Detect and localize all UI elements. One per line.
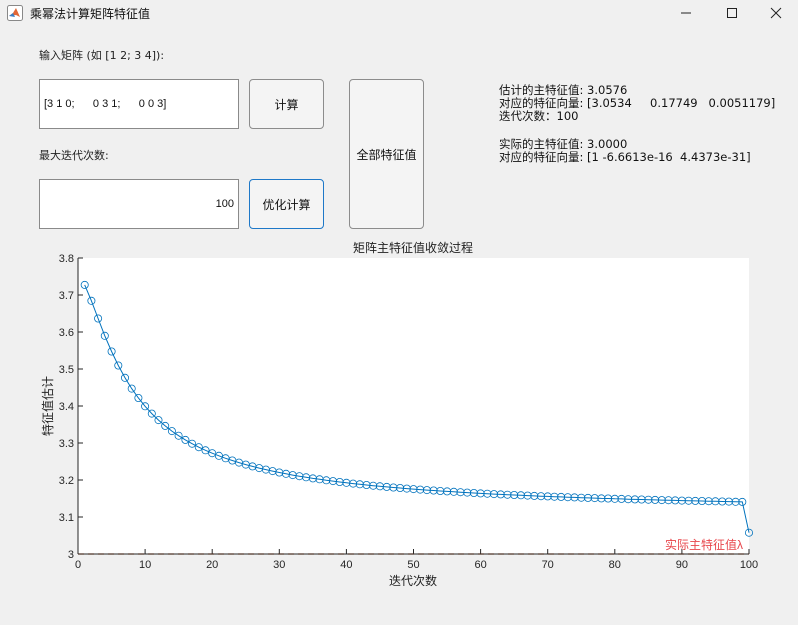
optimized-compute-button[interactable]: 优化计算 (249, 179, 324, 229)
all-eigenvalues-button[interactable]: 全部特征值 (349, 79, 424, 229)
x-tick-label: 90 (676, 559, 688, 571)
title-bar: 乘幂法计算矩阵特征值 (0, 0, 798, 26)
y-tick-label: 3.8 (59, 253, 74, 265)
x-tick-label: 60 (474, 559, 486, 571)
y-tick-label: 3.5 (59, 364, 74, 376)
iteration-count: 迭代次数：100 (499, 109, 579, 123)
close-button[interactable] (753, 0, 798, 26)
y-tick-label: 3.3 (59, 438, 74, 450)
x-tick-label: 50 (407, 559, 419, 571)
x-tick-label: 30 (273, 559, 285, 571)
y-axis-label: 特征值估计 (40, 376, 55, 436)
window-title: 乘幂法计算矩阵特征值 (30, 7, 151, 21)
chart-title: 矩阵主特征值收敛过程 (353, 240, 473, 255)
reference-annotation: 实际主特征值λ (665, 537, 743, 552)
y-tick-label: 3 (68, 549, 74, 561)
x-tick-label: 100 (740, 559, 758, 571)
results-panel: 估计的主特征值: 3.0576 对应的特征向量: [3.0534 0.17749… (499, 84, 775, 164)
compute-button[interactable]: 计算 (249, 79, 324, 129)
y-tick-label: 3.6 (59, 327, 74, 339)
matrix-input[interactable]: [3 1 0; 0 3 1; 0 0 3] (39, 79, 239, 129)
max-iterations-input[interactable]: 100 (39, 179, 239, 229)
x-tick-label: 0 (75, 559, 81, 571)
matrix-label: 输入矩阵 (如 [1 2; 3 4]): (39, 49, 165, 62)
x-tick-label: 10 (139, 559, 151, 571)
plot-area (78, 258, 749, 554)
convergence-chart: 矩阵主特征值收敛过程 迭代次数 特征值估计 0 10 20 30 40 50 60 70 80 9… (40, 240, 758, 588)
y-tick-label: 3.7 (59, 290, 74, 302)
matlab-icon (7, 5, 23, 21)
y-tick-label: 3.2 (59, 475, 74, 487)
max-iterations-label: 最大迭代次数: (39, 149, 109, 162)
maximize-icon (727, 8, 737, 18)
maximize-button[interactable] (709, 0, 755, 26)
x-tick-label: 40 (340, 559, 352, 571)
y-tick-label: 3.1 (59, 512, 74, 524)
x-tick-label: 70 (542, 559, 554, 571)
x-tick-label: 20 (206, 559, 218, 571)
x-axis-label: 迭代次数 (389, 573, 437, 588)
close-icon (770, 7, 782, 19)
minimize-icon (681, 12, 691, 14)
y-tick-label: 3.4 (59, 401, 74, 413)
minimize-button[interactable] (663, 0, 709, 26)
x-tick-label: 80 (609, 559, 621, 571)
true-eigenvector: 对应的特征向量: [1 -6.6613e-16 4.4373e-31] (499, 150, 751, 164)
